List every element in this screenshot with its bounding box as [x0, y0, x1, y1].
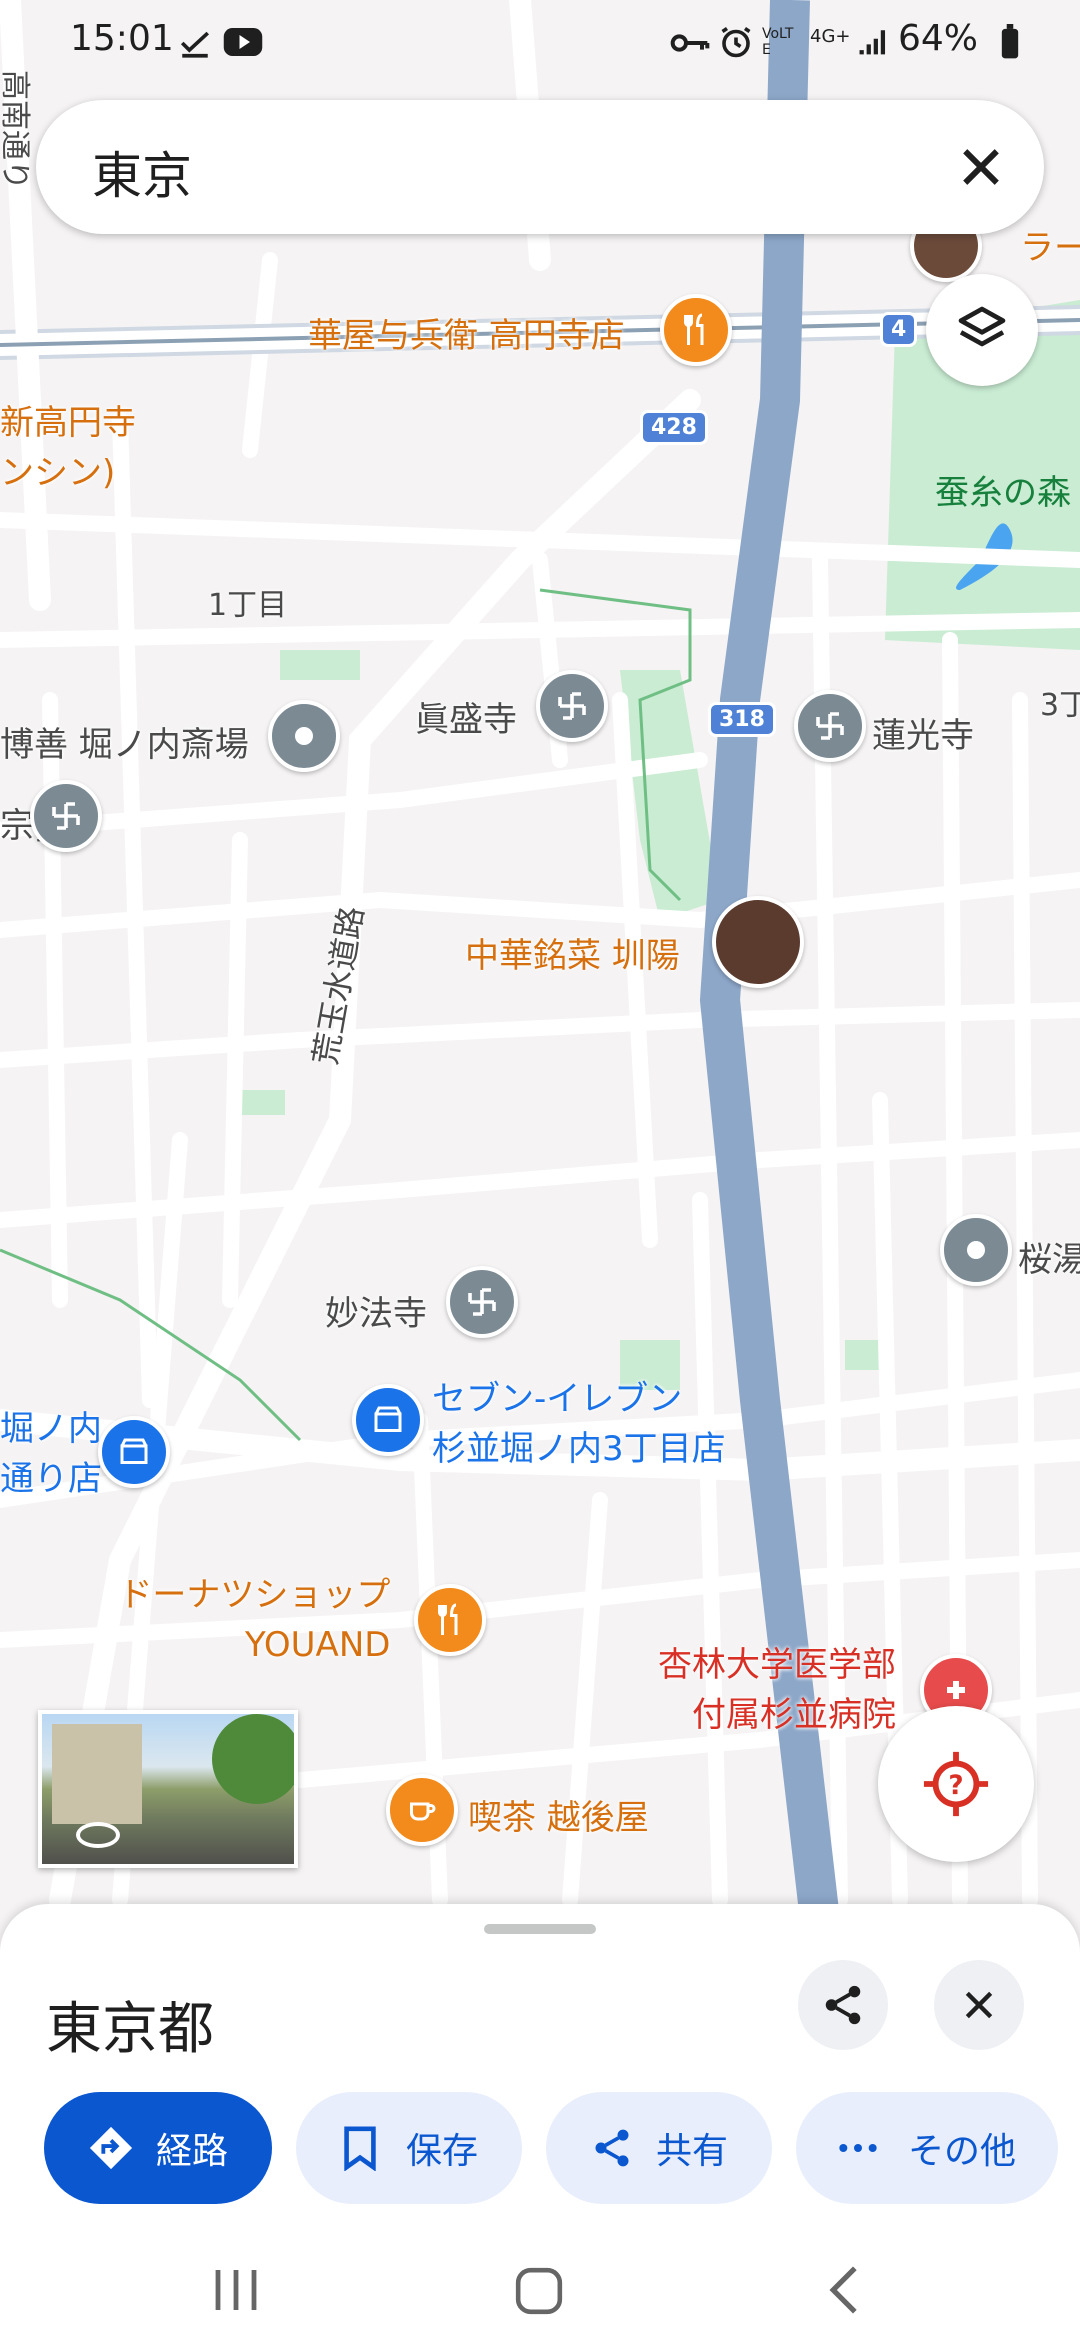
poi-label-cafe[interactable]: 喫茶 越後屋	[468, 1790, 649, 1839]
save-button[interactable]: 保存	[296, 2092, 522, 2204]
more-dots-icon	[839, 2144, 877, 2152]
check-icon	[180, 31, 209, 58]
search-bar[interactable]: 東京	[36, 100, 1044, 234]
street-view-thumbnail[interactable]	[38, 1710, 298, 1868]
battery-icon	[1001, 24, 1019, 59]
more-button[interactable]: その他	[796, 2092, 1058, 2204]
poi-label-ramen[interactable]: ラー	[1020, 220, 1080, 269]
status-bar: 15:01 VoLTE 4G+ 64%	[0, 0, 1080, 80]
status-time: 15:01	[70, 18, 174, 59]
poi-label-shinseiji[interactable]: 眞盛寺	[415, 692, 517, 741]
directions-icon	[89, 2126, 133, 2170]
poi-label-donut-shop[interactable]: ドーナツショップ YOUAND	[110, 1570, 390, 1670]
poi-label-left-store[interactable]: 堀ノ内 通り店	[0, 1404, 102, 1504]
directions-button[interactable]: 経路	[44, 2092, 272, 2204]
search-query[interactable]: 東京	[92, 136, 192, 208]
building-shape	[52, 1724, 142, 1824]
recent-apps-icon[interactable]	[210, 2266, 262, 2314]
donut-shop-name-2: YOUAND	[245, 1625, 391, 1665]
cafe-pin-icon[interactable]	[386, 1774, 458, 1846]
district-label-3chome: 3丁	[1040, 688, 1080, 723]
temple-pin-icon[interactable]	[794, 690, 866, 762]
photo-pin-icon[interactable]	[712, 896, 804, 988]
more-label: その他	[907, 2131, 1016, 2172]
youtube-icon	[223, 28, 263, 56]
rotate-360-icon	[76, 1822, 120, 1848]
poi-label-funeral-hall[interactable]: 博善 堀ノ内斎場	[0, 717, 249, 766]
poi-label-renkoji[interactable]: 蓮光寺	[872, 708, 974, 757]
back-icon[interactable]	[826, 2264, 862, 2316]
layers-icon	[958, 306, 1006, 347]
volte-indicator: VoLTE	[762, 26, 794, 58]
network-indicator: 4G+	[810, 26, 851, 47]
donut-shop-name: ドーナツショップ	[118, 1575, 391, 1615]
map-canvas[interactable]: 高南通り 華屋与兵衛 高円寺店 4 ラー 新高円寺 ンシン) 428 蚕糸の森 …	[0, 0, 1080, 1920]
directions-label: 経路	[155, 2131, 228, 2172]
poi-label-seven-eleven[interactable]: セブン-イレブン 杉並堀ノ内3丁目店	[432, 1374, 726, 1474]
route-shield-428: 428	[640, 410, 708, 445]
home-icon[interactable]	[514, 2266, 564, 2316]
left-store-line2: 通り店	[0, 1459, 102, 1499]
temple-pin-icon[interactable]	[536, 670, 608, 742]
layers-button[interactable]	[926, 274, 1038, 386]
route-shield-318: 318	[708, 702, 776, 737]
close-icon	[965, 1991, 993, 2019]
poi-label-temple-partial-2[interactable]: ンシン)	[0, 445, 115, 494]
store-pin-icon[interactable]	[352, 1384, 424, 1456]
hospital-name-2: 付属杉並病院	[692, 1695, 896, 1735]
route-shield-4: 4	[880, 312, 918, 347]
district-label-1chome: 1丁目	[208, 588, 288, 623]
signal-icon	[859, 30, 886, 55]
restaurant-pin-icon[interactable]	[660, 294, 732, 366]
poi-label-sento[interactable]: 桜湯	[1018, 1232, 1080, 1281]
park-label[interactable]: 蚕糸の森	[935, 465, 1071, 514]
tree-shape	[212, 1714, 294, 1804]
store-pin-icon[interactable]	[98, 1416, 170, 1488]
temple-pin-icon[interactable]	[446, 1266, 518, 1338]
share-label: 共有	[655, 2131, 728, 2172]
poi-label-temple-partial[interactable]: 新高円寺	[0, 395, 136, 444]
battery-percent: 64%	[898, 18, 979, 59]
bookmark-icon	[344, 2126, 376, 2171]
restaurant-pin-icon[interactable]	[414, 1584, 486, 1656]
close-icon[interactable]	[954, 140, 1008, 194]
drag-handle[interactable]	[484, 1924, 596, 1934]
my-location-button[interactable]: ?	[878, 1706, 1034, 1862]
hospital-name: 杏林大学医学部	[658, 1645, 896, 1685]
poi-label-myohoji[interactable]: 妙法寺	[325, 1286, 427, 1335]
seven-eleven-name: セブン-イレブン	[432, 1379, 683, 1419]
save-label: 保存	[405, 2131, 478, 2172]
share-button[interactable]: 共有	[546, 2092, 772, 2204]
share-icon	[825, 1985, 861, 2025]
share-icon	[595, 2129, 629, 2167]
poi-label-chinese-restaurant[interactable]: 中華銘菜 圳陽	[465, 928, 680, 977]
location-unknown-icon: ?	[923, 1751, 989, 1817]
share-circle-button[interactable]	[798, 1960, 888, 2050]
place-pin-icon[interactable]	[268, 700, 340, 772]
place-pin-icon[interactable]	[940, 1214, 1012, 1286]
key-icon	[670, 34, 710, 52]
street-label: 高南通り	[0, 70, 32, 190]
svg-text:?: ?	[948, 1771, 963, 1801]
poi-label-restaurant[interactable]: 華屋与兵衛 高円寺店	[308, 308, 625, 357]
seven-eleven-branch: 杉並堀ノ内3丁目店	[432, 1429, 726, 1469]
system-nav-bar	[0, 2200, 1080, 2340]
temple-pin-icon[interactable]	[30, 780, 102, 852]
alarm-icon	[721, 27, 751, 58]
poi-label-hospital[interactable]: 杏林大学医学部 付属杉並病院	[652, 1640, 896, 1740]
place-title: 東京都	[46, 1997, 214, 2062]
close-sheet-button[interactable]	[934, 1960, 1024, 2050]
left-store-line1: 堀ノ内	[0, 1409, 102, 1449]
